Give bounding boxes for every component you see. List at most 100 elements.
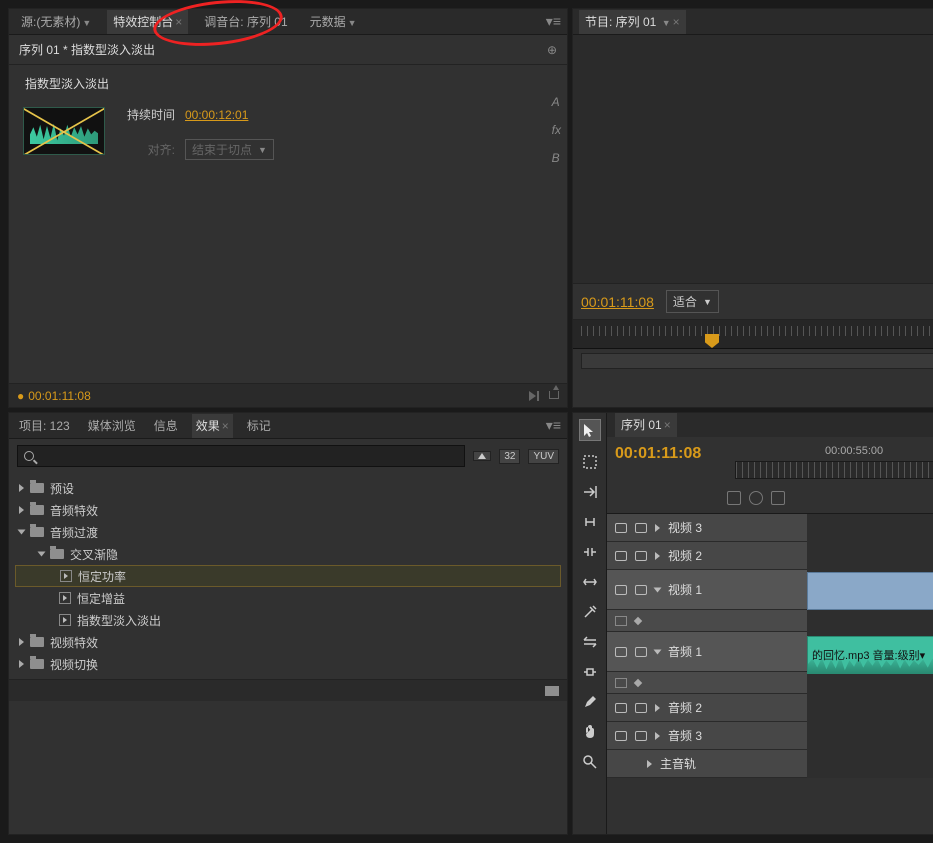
ripple-tool[interactable] — [581, 513, 599, 531]
chevron-down-icon[interactable] — [654, 587, 662, 592]
chevron-right-icon[interactable] — [655, 732, 660, 740]
settings-icon[interactable] — [771, 491, 785, 505]
eye-icon[interactable] — [615, 523, 627, 533]
hand-tool[interactable] — [581, 723, 599, 741]
lock-icon[interactable] — [635, 703, 647, 713]
chevron-down-icon[interactable] — [38, 552, 46, 557]
track-header-a2[interactable]: 音频 2 — [607, 694, 807, 722]
tab-markers[interactable]: 标记 — [243, 414, 275, 438]
close-icon[interactable]: × — [673, 15, 680, 29]
track-header-v1-sub[interactable] — [607, 610, 807, 632]
snap-icon[interactable] — [727, 491, 741, 505]
chevron-down-icon[interactable] — [18, 530, 26, 535]
monitor-scrollbar[interactable] — [581, 353, 933, 369]
track-header-a1-sub[interactable] — [607, 672, 807, 694]
slide-tool[interactable] — [581, 663, 599, 681]
tree-folder[interactable]: 视频特效 — [15, 631, 561, 653]
selection-tool[interactable] — [579, 419, 601, 441]
marker-icon[interactable] — [749, 491, 763, 505]
tree-effect-item[interactable]: 恒定功率 — [15, 565, 561, 587]
speaker-icon[interactable] — [615, 647, 627, 657]
tree-folder[interactable]: 音频过渡 — [15, 521, 561, 543]
eye-icon[interactable] — [615, 551, 627, 561]
zoom-tool[interactable] — [581, 753, 599, 771]
tree-folder[interactable]: 音频特效 — [15, 499, 561, 521]
lock-icon[interactable] — [635, 647, 647, 657]
rolling-tool[interactable] — [581, 543, 599, 561]
eye-icon[interactable] — [615, 585, 627, 595]
chevron-right-icon[interactable] — [19, 484, 24, 492]
playhead-icon[interactable] — [705, 334, 719, 348]
close-icon[interactable]: × — [664, 418, 671, 432]
track-output-icon[interactable] — [615, 616, 627, 626]
align-dropdown[interactable]: 结束于切点▼ — [185, 139, 274, 160]
keyframe-icon[interactable] — [634, 678, 642, 686]
chevron-down-icon[interactable] — [654, 649, 662, 654]
lock-icon[interactable] — [635, 585, 647, 595]
tab-effect-controls[interactable]: 特效控制台× — [107, 10, 188, 34]
lock-icon[interactable] — [635, 731, 647, 741]
speaker-icon[interactable] — [615, 703, 627, 713]
tab-audio-mixer[interactable]: 调音台: 序列 01 — [198, 10, 293, 34]
video-clip[interactable] — [807, 572, 933, 610]
tab-program[interactable]: 节目: 序列 01 ▼× — [579, 10, 686, 34]
tab-project[interactable]: 项目: 123 — [15, 414, 74, 438]
track-header-a1[interactable]: 音频 1 — [607, 632, 807, 672]
chevron-right-icon[interactable] — [19, 506, 24, 514]
panel-menu-icon[interactable]: ▾≡ — [546, 417, 561, 434]
track-output-icon[interactable] — [615, 678, 627, 688]
marquee-tool[interactable] — [581, 453, 599, 471]
audio-clip[interactable]: 的回忆.mp3 音量:级别▾ — [807, 636, 933, 674]
tab-sequence[interactable]: 序列 01× — [615, 413, 677, 437]
yuv-filter-chip[interactable]: YUV — [528, 449, 559, 464]
speaker-icon[interactable] — [615, 731, 627, 741]
chevron-right-icon[interactable] — [19, 660, 24, 668]
panel-menu-icon[interactable]: ▾≡ — [546, 13, 561, 30]
lock-icon[interactable] — [635, 551, 647, 561]
track-select-tool[interactable] — [581, 483, 599, 501]
track-header-master[interactable]: 主音轨 — [607, 750, 807, 778]
clips-area[interactable]: 的回忆.mp3 音量:级别▾ 指数型淡 — [807, 514, 933, 778]
tree-folder[interactable]: 视频切换 — [15, 653, 561, 675]
accel-filter-chip[interactable] — [473, 451, 491, 461]
track-header-v3[interactable]: 视频 3 — [607, 514, 807, 542]
rate-stretch-tool[interactable] — [581, 573, 599, 591]
razor-tool[interactable] — [581, 603, 599, 621]
tree-folder[interactable]: 预设 — [15, 477, 561, 499]
chevron-right-icon[interactable] — [655, 704, 660, 712]
monitor-time-ruler[interactable] — [573, 319, 933, 349]
32bit-filter-chip[interactable]: 32 — [499, 449, 520, 464]
slip-tool[interactable] — [581, 633, 599, 651]
tree-effect-item[interactable]: 恒定增益 — [15, 587, 561, 609]
track-header-v1[interactable]: 视频 1 — [607, 570, 807, 610]
close-icon[interactable]: × — [222, 419, 229, 433]
timeline-time[interactable]: 00:01:11:08 — [615, 445, 727, 463]
tab-media-browser[interactable]: 媒体浏览 — [84, 414, 140, 438]
ec-footer-time[interactable]: 00:01:11:08 — [28, 389, 91, 403]
chevron-right-icon[interactable] — [655, 552, 660, 560]
close-icon[interactable]: × — [175, 15, 182, 29]
zoom-fit-dropdown[interactable]: 适合▼ — [666, 290, 719, 313]
pen-tool[interactable] — [581, 693, 599, 711]
monitor-time[interactable]: 00:01:11:08 — [581, 294, 654, 310]
track-header-v2[interactable]: 视频 2 — [607, 542, 807, 570]
tab-source[interactable]: 源:(无素材)▼ — [15, 10, 97, 34]
keyframe-icon[interactable] — [634, 616, 642, 624]
lock-icon[interactable] — [635, 523, 647, 533]
export-frame-icon[interactable] — [549, 391, 559, 399]
tree-effect-item[interactable]: 指数型淡入淡出 — [15, 609, 561, 631]
tab-effects[interactable]: 效果× — [192, 414, 233, 438]
search-input[interactable] — [17, 445, 465, 467]
chevron-right-icon[interactable] — [647, 760, 652, 768]
ec-collapse-icon[interactable]: ⊕ — [547, 43, 557, 57]
track-header-a3[interactable]: 音频 3 — [607, 722, 807, 750]
tab-metadata[interactable]: 元数据▼ — [304, 10, 363, 34]
chevron-right-icon[interactable] — [19, 638, 24, 646]
play-icon[interactable] — [529, 391, 539, 401]
tree-folder[interactable]: 交叉渐隐 — [15, 543, 561, 565]
duration-value[interactable]: 00:00:12:01 — [185, 108, 248, 122]
timeline-ruler[interactable] — [735, 461, 933, 479]
chevron-right-icon[interactable] — [655, 524, 660, 532]
new-bin-icon[interactable] — [545, 686, 559, 696]
tab-info[interactable]: 信息 — [150, 414, 182, 438]
